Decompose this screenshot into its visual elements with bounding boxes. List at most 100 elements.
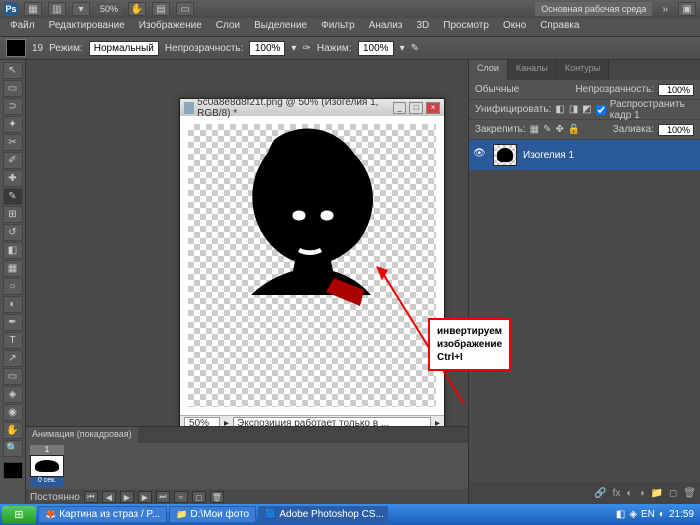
blur-tool-icon[interactable]: ○ bbox=[3, 278, 23, 295]
menu-select[interactable]: Выделение bbox=[248, 18, 313, 36]
shape-tool-icon[interactable]: ▭ bbox=[3, 368, 23, 385]
layer-style-icon[interactable]: fx bbox=[613, 488, 621, 499]
layer-name[interactable]: Изогелия 1 bbox=[523, 150, 574, 161]
brush-preset-icon[interactable] bbox=[6, 39, 26, 57]
lock-transparency-icon[interactable]: ▦ bbox=[530, 124, 539, 135]
menu-layers[interactable]: Слои bbox=[210, 18, 246, 36]
hand-tool-icon[interactable]: ✋ bbox=[3, 422, 23, 439]
tab-channels[interactable]: Каналы bbox=[508, 60, 557, 80]
stamp-tool-icon[interactable]: ⊞ bbox=[3, 206, 23, 223]
maximize-button[interactable]: □ bbox=[409, 102, 423, 114]
blend-mode-select[interactable]: Нормальный bbox=[89, 41, 159, 56]
menu-window[interactable]: Окно bbox=[497, 18, 532, 36]
prev-frame-icon[interactable]: ◀ bbox=[102, 491, 116, 503]
animation-panel-title[interactable]: Анимация (покадровая) bbox=[26, 427, 138, 443]
close-button[interactable]: × bbox=[426, 102, 440, 114]
propagate-checkbox[interactable] bbox=[596, 105, 606, 115]
unify-style-icon[interactable]: ◩ bbox=[582, 104, 591, 115]
animation-frame[interactable]: 1 0 сек. bbox=[30, 445, 64, 487]
start-button[interactable]: ⊞ bbox=[2, 506, 36, 524]
menu-image[interactable]: Изображение bbox=[133, 18, 208, 36]
duplicate-frame-icon[interactable]: ◻ bbox=[192, 491, 206, 503]
system-tray[interactable]: ◧ ◈ EN ◐ 21:59 bbox=[616, 509, 698, 520]
bridge-icon[interactable]: ▦ bbox=[24, 2, 42, 16]
opacity-input[interactable]: 100% bbox=[249, 41, 285, 56]
taskbar-item[interactable]: 📁 D:\Мои фото bbox=[169, 506, 256, 523]
pen-tool-icon[interactable]: ✒ bbox=[3, 314, 23, 331]
first-frame-icon[interactable]: ⏮ bbox=[84, 491, 98, 503]
eraser-tool-icon[interactable]: ◧ bbox=[3, 242, 23, 259]
lasso-tool-icon[interactable]: ⊃ bbox=[3, 98, 23, 115]
menu-analysis[interactable]: Анализ bbox=[363, 18, 409, 36]
tab-layers[interactable]: Слои bbox=[469, 60, 508, 80]
brush-size[interactable]: 19 bbox=[32, 43, 43, 54]
menu-edit[interactable]: Редактирование bbox=[43, 18, 131, 36]
link-layers-icon[interactable]: 🔗 bbox=[594, 488, 606, 499]
unify-position-icon[interactable]: ◧ bbox=[555, 104, 564, 115]
layer-thumbnail[interactable] bbox=[493, 144, 517, 166]
flow-input[interactable]: 100% bbox=[358, 41, 394, 56]
adjustment-layer-icon[interactable]: ◑ bbox=[638, 488, 644, 499]
path-tool-icon[interactable]: ↗ bbox=[3, 350, 23, 367]
gradient-tool-icon[interactable]: ▦ bbox=[3, 260, 23, 277]
layer-opacity-input[interactable]: 100% bbox=[658, 84, 694, 96]
3d-camera-icon[interactable]: ◉ bbox=[3, 404, 23, 421]
play-icon[interactable]: ▶ bbox=[120, 491, 134, 503]
loop-select[interactable]: Постоянно bbox=[30, 492, 80, 503]
frame-thumbnail[interactable] bbox=[30, 455, 64, 477]
lock-all-icon[interactable]: 🔒 bbox=[568, 124, 580, 135]
workspace-switcher[interactable]: Основная рабочая среда bbox=[535, 2, 652, 16]
airbrush-icon[interactable]: ✑ bbox=[302, 43, 310, 54]
document-titlebar[interactable]: 5c0a8e8d8f21t.png @ 50% (Изогелия 1, RGB… bbox=[180, 99, 444, 116]
brush-tool-icon[interactable]: ✎ bbox=[3, 188, 23, 205]
new-layer-icon[interactable]: ◻ bbox=[669, 488, 677, 499]
cs-live-icon[interactable]: ▣ bbox=[678, 2, 696, 16]
menu-filter[interactable]: Фильтр bbox=[315, 18, 361, 36]
tween-icon[interactable]: ≈ bbox=[174, 491, 188, 503]
layer-row[interactable]: 👁 Изогелия 1 bbox=[469, 140, 700, 170]
crop-tool-icon[interactable]: ✂ bbox=[3, 134, 23, 151]
next-frame-icon[interactable]: ▶ bbox=[138, 491, 152, 503]
history-brush-icon[interactable]: ↺ bbox=[3, 224, 23, 241]
clock[interactable]: 21:59 bbox=[669, 509, 694, 520]
lock-pixels-icon[interactable]: ✎ bbox=[543, 124, 551, 135]
menu-view[interactable]: Просмотр bbox=[437, 18, 495, 36]
frame-duration[interactable]: 0 сек. bbox=[30, 477, 64, 487]
view-extras-icon[interactable]: ▾ bbox=[72, 2, 90, 16]
menu-3d[interactable]: 3D bbox=[410, 18, 435, 36]
lock-position-icon[interactable]: ✥ bbox=[556, 124, 564, 135]
language-indicator[interactable]: EN bbox=[641, 509, 655, 520]
fill-input[interactable]: 100% bbox=[658, 124, 694, 136]
taskbar-item-active[interactable]: 🟦 Adobe Photoshop CS... bbox=[258, 506, 388, 523]
eyedropper-tool-icon[interactable]: ✐ bbox=[3, 152, 23, 169]
hand-tool-icon[interactable]: ✋ bbox=[128, 2, 146, 16]
tray-icon[interactable]: ◧ bbox=[616, 509, 625, 520]
last-frame-icon[interactable]: ⏭ bbox=[156, 491, 170, 503]
marquee-tool-icon[interactable]: ▭ bbox=[3, 80, 23, 97]
layer-mask-icon[interactable]: ◐ bbox=[626, 488, 632, 499]
3d-tool-icon[interactable]: ◈ bbox=[3, 386, 23, 403]
healing-tool-icon[interactable]: ✚ bbox=[3, 170, 23, 187]
dodge-tool-icon[interactable]: ◐ bbox=[3, 296, 23, 313]
tray-icon[interactable]: ◐ bbox=[659, 509, 665, 520]
tray-icon[interactable]: ◈ bbox=[629, 509, 637, 520]
move-tool-icon[interactable]: ↖ bbox=[3, 62, 23, 79]
delete-layer-icon[interactable]: 🗑 bbox=[683, 488, 696, 499]
chevron-right-icon[interactable]: » bbox=[658, 4, 672, 15]
arrange-icon[interactable]: ▤ bbox=[152, 2, 170, 16]
taskbar-item[interactable]: 🦊 Картина из страз / P... bbox=[38, 506, 167, 523]
tablet-pressure-icon[interactable]: ✎ bbox=[411, 43, 419, 54]
layer-group-icon[interactable]: 📁 bbox=[651, 488, 663, 499]
document-window[interactable]: 5c0a8e8d8f21t.png @ 50% (Изогелия 1, RGB… bbox=[179, 98, 445, 432]
menu-help[interactable]: Справка bbox=[534, 18, 585, 36]
visibility-icon[interactable]: 👁 bbox=[473, 148, 487, 162]
wand-tool-icon[interactable]: ✦ bbox=[3, 116, 23, 133]
delete-frame-icon[interactable]: 🗑 bbox=[210, 491, 224, 503]
minimize-button[interactable]: _ bbox=[393, 102, 407, 114]
unify-visibility-icon[interactable]: ◨ bbox=[569, 104, 578, 115]
screen-mode-icon[interactable]: ▭ bbox=[176, 2, 194, 16]
tab-paths[interactable]: Контуры bbox=[557, 60, 609, 80]
foreground-color-swatch[interactable] bbox=[3, 462, 23, 479]
mini-bridge-icon[interactable]: ▥ bbox=[48, 2, 66, 16]
type-tool-icon[interactable]: T bbox=[3, 332, 23, 349]
